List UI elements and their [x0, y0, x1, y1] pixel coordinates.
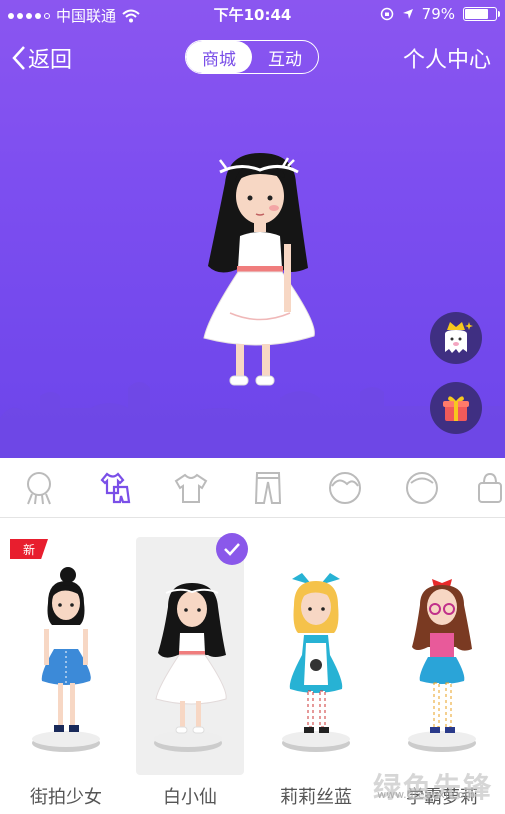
- nav-bar: 返回 商城 互动 个人中心: [0, 36, 505, 80]
- status-bar: 中国联通 下午10:44 79%: [0, 0, 505, 28]
- battery-percent: 79%: [421, 5, 455, 23]
- back-label: 返回: [28, 48, 73, 73]
- dressup-screen: 中国联通 下午10:44 79% 返回 商城 互动 个人中心 新 街拍少女 白小…: [0, 0, 505, 814]
- outfit-name: 莉莉丝蓝: [280, 787, 352, 808]
- outfit-figure: [408, 579, 476, 752]
- hair-icon: [329, 472, 361, 504]
- gift-button[interactable]: [430, 382, 482, 434]
- crown-ghost-icon: [445, 322, 473, 353]
- body-icon: [27, 472, 51, 505]
- category-outfit[interactable]: [94, 468, 134, 508]
- location-icon: [402, 9, 413, 19]
- rotation-lock-icon: [380, 7, 393, 21]
- gift-icon: [443, 396, 469, 421]
- selected-check-icon: [216, 533, 248, 565]
- face-icon: [406, 472, 438, 504]
- back-button[interactable]: 返回: [12, 42, 72, 74]
- pants-icon: [254, 472, 282, 504]
- segmented-control: 商城 互动: [185, 40, 319, 74]
- outfit-figure: [154, 583, 227, 752]
- category-top[interactable]: [171, 468, 211, 508]
- category-bag[interactable]: [474, 468, 505, 508]
- chevron-left-icon: [12, 46, 25, 70]
- crown-ghost-button[interactable]: [430, 312, 482, 364]
- watermark: 绿色先锋 www.greenxf.com: [372, 771, 493, 804]
- category-face[interactable]: [402, 468, 442, 508]
- outfit-name: 白小仙: [163, 787, 217, 808]
- outfit-item-top-student-loli[interactable]: 学霸萝莉: [388, 537, 496, 808]
- outfit-figure: [32, 567, 100, 752]
- outfit-item-street-girl[interactable]: 街拍少女: [12, 537, 120, 808]
- outfit-icon: [100, 472, 131, 504]
- outfit-figure: [282, 573, 350, 752]
- outfit-item-lilith-blue[interactable]: 莉莉丝蓝: [262, 537, 370, 808]
- battery-icon: [463, 7, 500, 21]
- watermark-url: www.greenxf.com: [377, 788, 475, 801]
- outfit-list: 新 街拍少女 白小仙 莉莉丝蓝 学霸萝莉 绿色先锋 www.greenxf.co…: [0, 519, 505, 814]
- tab-mall[interactable]: 商城: [186, 41, 252, 73]
- outfit-item-bai-xiaoxian[interactable]: 白小仙: [136, 537, 244, 808]
- avatar-stage: 中国联通 下午10:44 79% 返回 商城 互动 个人中心: [0, 0, 505, 458]
- shirt-icon: [174, 473, 208, 503]
- category-bar: [0, 458, 505, 518]
- personal-center-link[interactable]: 个人中心: [403, 42, 491, 74]
- category-hair[interactable]: [325, 468, 365, 508]
- category-body[interactable]: [19, 468, 59, 508]
- tab-interact[interactable]: 互动: [252, 41, 318, 73]
- category-bottom[interactable]: [248, 468, 288, 508]
- bag-icon: [478, 472, 502, 503]
- avatar-figure: [203, 153, 315, 386]
- outfit-name: 街拍少女: [30, 787, 102, 808]
